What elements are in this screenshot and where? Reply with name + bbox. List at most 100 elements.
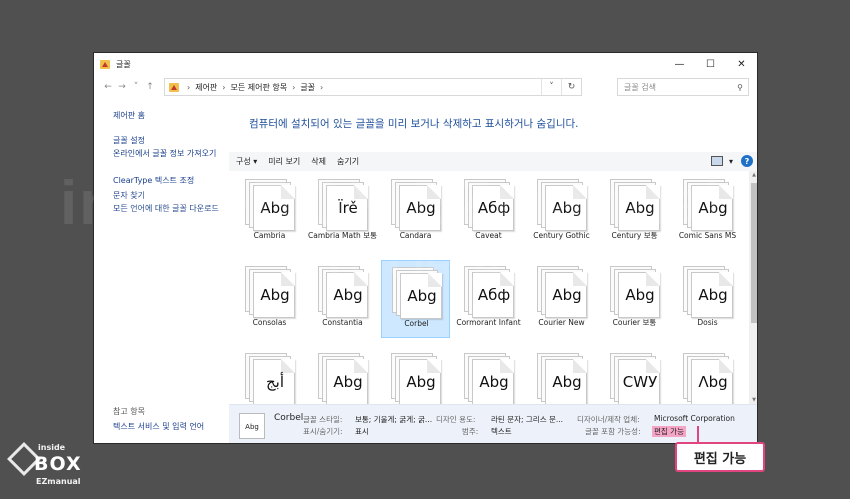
breadcrumb-fonts[interactable]: 글꼴 xyxy=(300,82,315,93)
delete-button[interactable]: 삭제 xyxy=(311,156,326,167)
sidebar-item-home[interactable]: 제어판 홈 xyxy=(113,110,145,121)
close-button[interactable]: ✕ xyxy=(726,53,757,75)
chevron-right-icon: › xyxy=(187,82,191,92)
window-title: 글꼴 xyxy=(116,59,131,69)
scrollbar-thumb[interactable] xyxy=(751,183,757,323)
font-style-label: 글꼴 스타일: xyxy=(303,415,343,424)
font-tile[interactable]: أبج xyxy=(235,347,304,404)
font-file-icon: أبج xyxy=(245,353,297,404)
sidebar-item-download-fonts[interactable]: 모든 언어에 대한 글꼴 다운로드 xyxy=(113,204,223,214)
font-tile[interactable]: Abg Consolas xyxy=(235,260,304,338)
font-sample-text: Abg xyxy=(406,373,436,391)
font-name: Constantia xyxy=(322,318,363,327)
recent-locations-icon[interactable]: ˅ xyxy=(130,82,142,92)
font-name: Cambria xyxy=(253,231,286,240)
title-bar: 글꼴 — ☐ ✕ xyxy=(94,53,757,75)
design-purpose-label: 디자인 용도: xyxy=(436,415,476,424)
search-input[interactable]: 글꼴 검색 ⚲ xyxy=(617,78,749,96)
font-sample-text: أبج xyxy=(265,373,285,391)
font-name: Courier New xyxy=(538,318,585,327)
design-purpose-value: 라틴 문자; 그리스 문... xyxy=(491,415,564,424)
page-title: 컴퓨터에 설치되어 있는 글꼴을 미리 보거나 삭제하고 표시하거나 숨깁니다. xyxy=(249,118,579,130)
font-name: Cambria Math 보통 xyxy=(308,231,377,240)
font-sample-text: Λbg xyxy=(698,373,728,391)
sidebar-item-text-services[interactable]: 텍스트 서비스 및 입력 언어 xyxy=(113,421,204,432)
font-file-icon: Abg xyxy=(683,179,735,231)
font-tile[interactable]: Abg Cambria xyxy=(235,173,304,251)
breadcrumb-control-panel[interactable]: 제어판 xyxy=(195,82,217,93)
font-tile[interactable]: Abg xyxy=(308,347,377,404)
font-tile[interactable]: Abg xyxy=(527,347,596,404)
font-tile[interactable]: Abg Century Gothic xyxy=(527,173,596,251)
forward-arrow-icon[interactable]: → xyxy=(116,82,128,92)
category-label: 범주: xyxy=(462,427,479,436)
font-sample-text: Abg xyxy=(625,286,655,304)
designer-value: Microsoft Corporation xyxy=(654,414,735,423)
sidebar: 제어판 홈 글꼴 설정 온라인에서 글꼴 정보 가져오기 ClearType 텍… xyxy=(94,103,229,443)
details-pane: Abg Corbel 글꼴 스타일: 보통; 기울게; 굵게; 굵... 표시/… xyxy=(229,404,757,443)
font-sample-text: Abg xyxy=(407,287,437,305)
minimize-button[interactable]: — xyxy=(664,53,695,75)
hide-button[interactable]: 숨기기 xyxy=(337,156,359,167)
font-tile[interactable]: Abg Courier 보통 xyxy=(600,260,669,338)
scroll-down-arrow-icon[interactable]: ▼ xyxy=(749,397,757,403)
font-tile[interactable]: СWУ xyxy=(600,347,669,404)
font-file-icon: Абф xyxy=(464,179,516,231)
organize-button[interactable]: 구성 ▾ xyxy=(236,156,257,167)
sidebar-item-font-settings[interactable]: 글꼴 설정 xyxy=(113,135,145,146)
change-view-icon[interactable] xyxy=(710,156,723,166)
embeddability-value: 편집 가능 xyxy=(652,426,686,437)
font-tile[interactable]: Abg Dosis xyxy=(673,260,742,338)
preview-button[interactable]: 미리 보기 xyxy=(268,156,300,167)
font-sample-text: Abg xyxy=(333,373,363,391)
help-icon[interactable]: ? xyxy=(741,155,753,167)
vertical-scrollbar[interactable]: ▲ ▼ xyxy=(749,171,757,404)
maximize-button[interactable]: ☐ xyxy=(695,53,726,75)
category-value: 텍스트 xyxy=(491,427,512,436)
font-sample-text: Abg xyxy=(625,199,655,217)
font-name: Consolas xyxy=(252,318,287,327)
font-tile[interactable]: Abg xyxy=(381,347,450,404)
font-file-icon: СWУ xyxy=(610,353,662,404)
see-also-heading: 참고 항목 xyxy=(113,407,145,416)
font-tile[interactable]: Abg Courier New xyxy=(527,260,596,338)
sidebar-item-find-character[interactable]: 문자 찾기 xyxy=(113,190,145,201)
visibility-label: 표시/숨기기: xyxy=(303,427,343,436)
font-tile[interactable]: Abg Century 보통 xyxy=(600,173,669,251)
font-sample-text: Abg xyxy=(479,373,509,391)
font-file-icon: Abg xyxy=(318,266,370,318)
font-tile[interactable]: Λbg xyxy=(673,347,742,404)
font-tile[interactable]: Ïrě Cambria Math 보통 xyxy=(308,173,377,251)
sidebar-item-cleartype[interactable]: ClearType 텍스트 조정 xyxy=(113,175,194,186)
font-tile[interactable]: Abg xyxy=(454,347,523,404)
callout-label: 편집 가능 xyxy=(675,442,765,472)
font-grid: Abg Cambria Ïrě Cambria Math 보통 Abg Candara Аб… xyxy=(229,171,757,404)
address-bar[interactable]: › 제어판 › 모든 제어판 항목 › 글꼴 › ˅ ↻ xyxy=(164,78,582,96)
fonts-window: 글꼴 — ☐ ✕ ← → ˅ ↑ › 제어판 › 모든 제어판 항목 › 글꼴 … xyxy=(93,52,758,444)
view-options-dropdown-icon[interactable]: ▾ xyxy=(729,157,733,166)
sidebar-item-online-font-info[interactable]: 온라인에서 글꼴 정보 가져오기 xyxy=(113,149,223,159)
refresh-icon[interactable]: ↻ xyxy=(561,79,581,95)
font-file-icon: Ïrě xyxy=(318,179,370,231)
address-dropdown-icon[interactable]: ˅ xyxy=(541,79,561,95)
font-sample-text: Abg xyxy=(698,286,728,304)
back-arrow-icon[interactable]: ← xyxy=(102,82,114,92)
font-name: Courier 보통 xyxy=(612,318,657,327)
insidebox-logo: inside BOX EZmanual xyxy=(7,442,90,491)
up-arrow-icon[interactable]: ↑ xyxy=(144,82,156,92)
font-tile[interactable]: Абф Caveat xyxy=(454,173,523,251)
font-tile[interactable]: Abg Candara xyxy=(381,173,450,251)
font-tile[interactable]: Abg Comic Sans MS xyxy=(673,173,742,251)
font-file-icon: Abg xyxy=(464,353,516,404)
fonts-folder-icon xyxy=(100,59,110,69)
font-tile[interactable]: Abg Constantia xyxy=(308,260,377,338)
breadcrumb-all-items[interactable]: 모든 제어판 항목 xyxy=(231,82,288,93)
font-tile[interactable]: Abg Corbel xyxy=(381,260,450,338)
main-content: 컴퓨터에 설치되어 있는 글꼴을 미리 보거나 삭제하고 표시하거나 숨깁니다.… xyxy=(229,103,757,443)
font-tile[interactable]: Абф Cormorant Infant xyxy=(454,260,523,338)
selected-font-name: Corbel xyxy=(274,413,304,423)
font-file-icon: Abg xyxy=(683,266,735,318)
font-file-icon: Abg xyxy=(537,353,589,404)
scroll-up-arrow-icon[interactable]: ▲ xyxy=(749,172,757,178)
selected-font-thumbnail: Abg xyxy=(239,413,265,439)
